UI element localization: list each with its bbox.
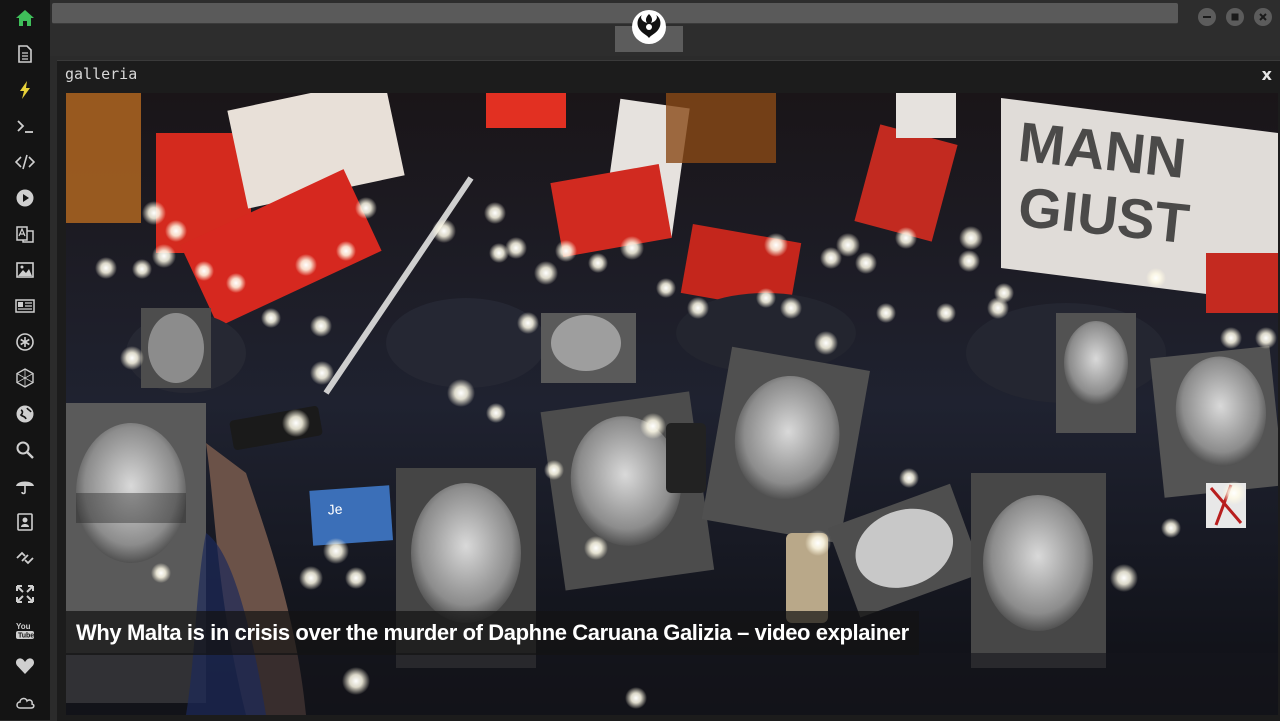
minimize-icon xyxy=(1203,16,1211,18)
document-icon[interactable] xyxy=(13,42,37,66)
close-icon xyxy=(1259,13,1267,21)
link-icon[interactable] xyxy=(13,546,37,570)
home-icon[interactable] xyxy=(13,6,37,30)
globe-icon[interactable] xyxy=(13,402,37,426)
maximize-button[interactable] xyxy=(1226,8,1244,26)
address-bar[interactable] xyxy=(52,3,1178,24)
image-icon[interactable] xyxy=(13,258,37,282)
expand-icon[interactable] xyxy=(13,582,37,606)
asterisk-circle-icon[interactable] xyxy=(13,330,37,354)
hexagon-icon[interactable] xyxy=(13,366,37,390)
play-icon[interactable] xyxy=(13,186,37,210)
svg-text:Je: Je xyxy=(327,501,343,518)
umbrella-icon[interactable] xyxy=(13,474,37,498)
maximize-icon xyxy=(1231,13,1239,21)
terminal-icon[interactable] xyxy=(13,114,37,138)
svg-text:You: You xyxy=(16,622,31,631)
lightning-icon[interactable] xyxy=(13,78,37,102)
search-icon[interactable] xyxy=(13,438,37,462)
rebel-alliance-logo-icon xyxy=(631,9,667,45)
panel-title: galleria xyxy=(65,65,138,83)
news-icon[interactable] xyxy=(13,294,37,318)
cloud-icon[interactable] xyxy=(13,690,37,714)
minimize-button[interactable] xyxy=(1198,8,1216,26)
code-icon[interactable] xyxy=(13,150,37,174)
youtube-icon[interactable]: You Tube xyxy=(13,618,37,642)
panel-close-button[interactable]: x xyxy=(1262,65,1272,84)
close-window-button[interactable] xyxy=(1254,8,1272,26)
contact-icon[interactable] xyxy=(13,510,37,534)
sidebar: You Tube xyxy=(0,0,50,720)
heart-icon[interactable] xyxy=(13,654,37,678)
translate-icon[interactable] xyxy=(13,222,37,246)
svg-text:Tube: Tube xyxy=(18,633,34,640)
gallery-caption: Why Malta is in crisis over the murder o… xyxy=(66,611,919,655)
